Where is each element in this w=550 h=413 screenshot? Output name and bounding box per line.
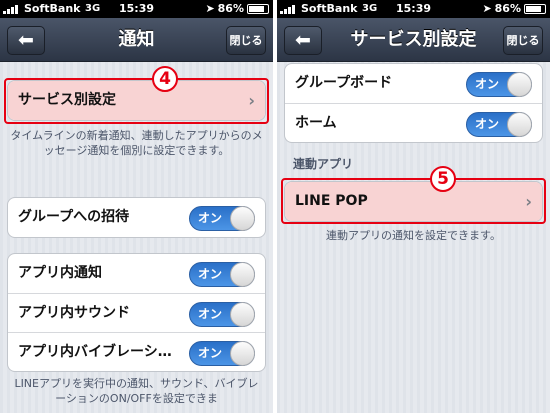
board-home-group: グループボード オン ホーム オン [284,63,543,143]
toggle-knob [230,262,255,287]
group-invite-label: グループへの招待 [18,209,130,225]
app-settings-group: アプリ内通知 オン アプリ内サウンド オン アプリ内バイブレーシ… オン [7,253,266,372]
group-invite-toggle[interactable]: オン [189,206,255,231]
toggle-knob [230,302,255,327]
app-vibration-label: アプリ内バイブレーシ… [18,344,172,360]
toggle-on-label: オン [475,77,500,91]
app-vibration-row: アプリ内バイブレーシ… オン [8,332,265,371]
highlight-box [281,178,546,224]
toggle-on-label: オン [198,307,223,321]
bottom-note: LINEアプリを実行中の通知、サウンド、バイブレーションのON/OFFを設定でき… [14,377,259,405]
toggle-knob [230,341,255,366]
group-invite-group: グループへの招待 オン [7,197,266,238]
location-icon: ➤ [482,2,492,15]
app-notification-toggle[interactable]: オン [189,262,255,287]
right-screen: SoftBank 3G 15:39 ➤ 86% ⬅ サービス別設定 閉じる グル… [277,0,550,413]
status-bar: SoftBank 3G 15:39 ➤ 86% [277,0,550,18]
battery-icon [524,3,546,14]
app-notification-row: アプリ内通知 オン [8,254,265,293]
step-badge: 5 [430,166,456,192]
toggle-on-label: オン [198,346,223,360]
status-bar: SoftBank 3G 15:39 ➤ 86% [0,0,273,18]
nav-bar: ⬅ 通知 閉じる [0,18,273,62]
step-badge: 4 [152,66,178,92]
location-icon: ➤ [205,2,215,15]
toggle-on-label: オン [475,117,500,131]
app-sound-toggle[interactable]: オン [189,302,255,327]
battery-percent: 86% [217,2,244,15]
toggle-on-label: オン [198,211,223,225]
home-toggle[interactable]: オン [466,112,532,137]
toggle-knob [507,112,532,137]
service-note: タイムラインの新着通知、連動したアプリからのメッセージ通知を個別に設定できます。 [10,129,263,157]
linepop-note: 連動アプリの通知を設定できます。 [326,229,501,242]
group-board-toggle[interactable]: オン [466,72,532,97]
linked-apps-heading: 連動アプリ [293,157,354,171]
home-row: ホーム オン [285,103,542,142]
toggle-on-label: オン [198,267,223,281]
close-button[interactable]: 閉じる [226,26,266,55]
close-button[interactable]: 閉じる [503,26,543,55]
battery-percent: 86% [494,2,521,15]
app-sound-row: アプリ内サウンド オン [8,293,265,332]
toggle-knob [230,206,255,231]
group-invite-row: グループへの招待 オン [8,198,265,237]
group-board-label: グループボード [295,75,393,91]
app-vibration-toggle[interactable]: オン [189,341,255,366]
group-board-row: グループボード オン [285,64,542,103]
left-screen: SoftBank 3G 15:39 ➤ 86% ⬅ 通知 閉じる サービス別設定… [0,0,273,413]
app-notification-label: アプリ内通知 [18,265,102,281]
home-label: ホーム [295,115,337,131]
toggle-knob [507,72,532,97]
app-sound-label: アプリ内サウンド [18,305,130,321]
nav-bar: ⬅ サービス別設定 閉じる [277,18,550,62]
highlight-box [4,78,269,124]
battery-icon [247,3,269,14]
